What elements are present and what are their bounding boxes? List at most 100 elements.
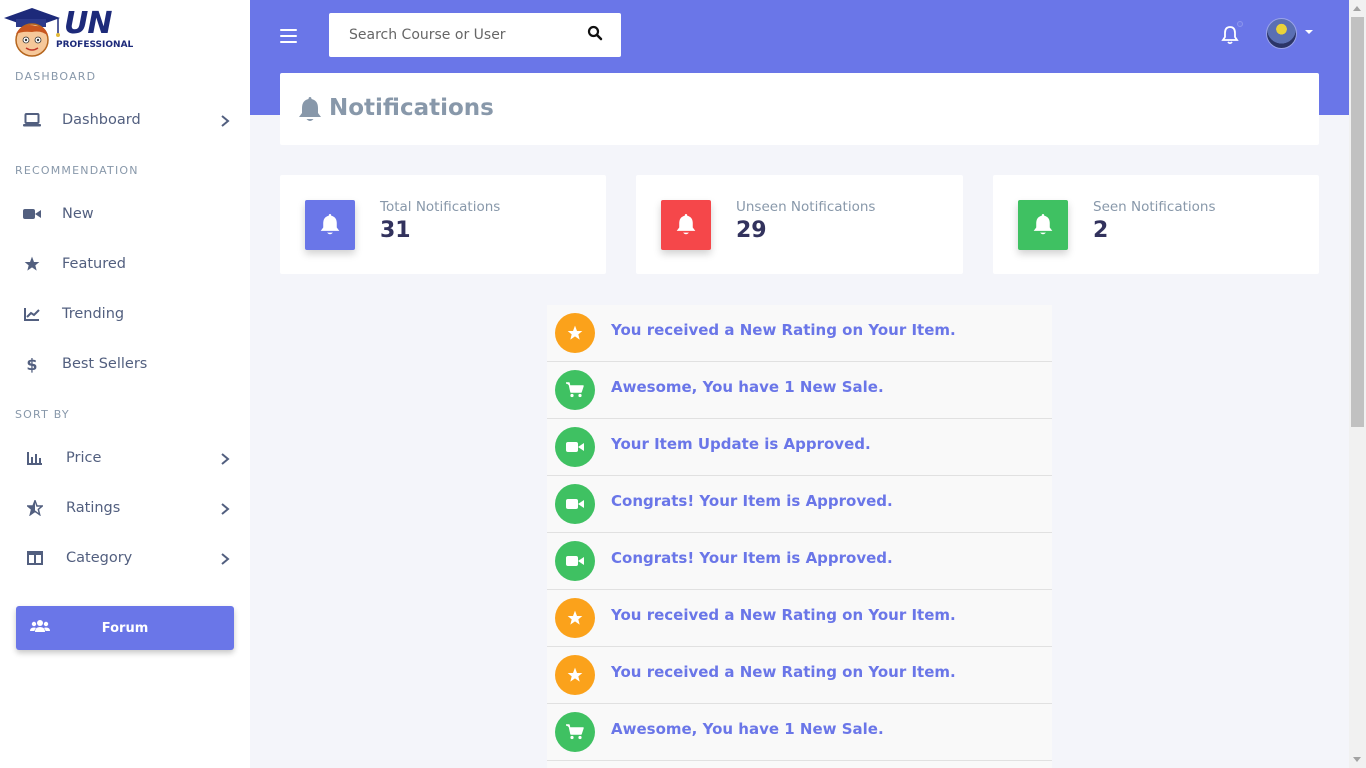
stat-value: 31 <box>380 218 411 243</box>
notification-item[interactable]: Awesome, You have 1 New Sale. <box>547 704 1052 761</box>
notification-text: Congrats! Your Item is Approved. <box>611 492 893 510</box>
bell-icon <box>1033 214 1053 235</box>
sidebar: UN PROFESSIONAL DASHBOARD Dashboard RECO… <box>0 0 250 768</box>
forum-button[interactable]: Forum <box>16 606 234 650</box>
notification-item[interactable]: Your Item Update is Approved. <box>547 419 1052 476</box>
scrollbar-thumb[interactable] <box>1351 17 1364 427</box>
bell-icon <box>320 214 340 235</box>
sidebar-item-trending[interactable]: Trending <box>0 296 250 332</box>
sidebar-item-new[interactable]: New <box>0 196 250 232</box>
sidebar-item-dashboard[interactable]: Dashboard <box>0 102 250 138</box>
sidebar-item-label: Category <box>66 550 133 566</box>
bar-chart-icon <box>25 448 45 468</box>
stat-card-total: Total Notifications 31 <box>280 175 606 274</box>
scroll-up-arrow-icon[interactable] <box>1353 6 1361 11</box>
notification-text: Congrats! Your Item is Approved. <box>611 549 893 567</box>
notification-item[interactable]: Congrats! Your Item is Approved. <box>547 533 1052 590</box>
notification-type-badge <box>555 313 595 353</box>
sidebar-item-price[interactable]: Price <box>0 440 250 476</box>
notification-text: Awesome, You have 1 New Sale. <box>611 378 884 396</box>
stat-label: Unseen Notifications <box>736 199 876 215</box>
page-scrollbar[interactable] <box>1349 0 1366 768</box>
notification-text: You received a New Rating on Your Item. <box>611 321 956 339</box>
chevron-right-icon <box>218 113 232 127</box>
sidebar-heading-recommendation: RECOMMENDATION <box>15 164 139 177</box>
sidebar-item-label: Best Sellers <box>62 356 148 372</box>
star-icon <box>567 610 583 625</box>
sidebar-item-label: Price <box>66 450 102 466</box>
notification-item[interactable]: You received a New Rating on Your Item. <box>547 590 1052 647</box>
notification-item[interactable]: Awesome, You have 1 New Sale. <box>547 362 1052 419</box>
chevron-right-icon <box>218 501 232 515</box>
page-header-card: Notifications <box>280 73 1319 145</box>
notification-item[interactable]: Congrats! Your Item is Approved. <box>547 476 1052 533</box>
laptop-icon <box>22 110 42 130</box>
notification-text: You received a New Rating on Your Item. <box>611 663 956 681</box>
scroll-down-arrow-icon[interactable] <box>1353 757 1361 762</box>
graduate-mascot-icon <box>4 8 60 57</box>
sidebar-item-label: Ratings <box>66 500 121 516</box>
logo-text: UN <box>64 6 112 41</box>
brand-logo[interactable]: UN PROFESSIONAL <box>2 4 133 60</box>
sidebar-heading-sort-by: SORT BY <box>15 408 70 421</box>
notification-type-badge <box>555 427 595 467</box>
notification-dot <box>1237 21 1243 27</box>
stat-value: 2 <box>1093 218 1109 243</box>
dollar-icon: $ <box>22 354 42 374</box>
stat-card-unseen: Unseen Notifications 29 <box>636 175 963 274</box>
sidebar-item-featured[interactable]: Featured <box>0 246 250 282</box>
notification-type-badge <box>555 484 595 524</box>
stat-badge <box>1018 200 1068 250</box>
stat-label: Total Notifications <box>380 199 501 215</box>
stat-value: 29 <box>736 218 767 243</box>
sidebar-item-category[interactable]: Category <box>0 540 250 576</box>
stat-label: Seen Notifications <box>1093 199 1216 215</box>
sidebar-item-best-sellers[interactable]: $ Best Sellers <box>0 346 250 382</box>
search-box <box>329 13 621 57</box>
search-icon[interactable] <box>587 25 607 45</box>
star-icon <box>22 254 42 274</box>
chart-line-icon <box>22 304 42 324</box>
menu-toggle-icon[interactable] <box>280 25 298 45</box>
cart-icon <box>566 382 584 398</box>
video-icon <box>566 442 584 452</box>
caret-down-icon[interactable] <box>1305 30 1313 34</box>
notification-type-badge <box>555 598 595 638</box>
sidebar-item-label: Featured <box>62 256 126 272</box>
notification-item[interactable]: You received a New Rating on Your Item. <box>547 647 1052 704</box>
star-half-icon <box>25 498 45 518</box>
bell-icon <box>299 97 323 123</box>
sidebar-heading-dashboard: DASHBOARD <box>15 70 97 83</box>
notification-bell-icon[interactable] <box>1219 24 1241 46</box>
page-title: Notifications <box>329 95 494 121</box>
video-icon <box>22 204 42 224</box>
user-avatar[interactable] <box>1266 18 1297 49</box>
video-icon <box>566 556 584 566</box>
stat-badge <box>305 200 355 250</box>
cart-icon <box>566 724 584 740</box>
stat-card-seen: Seen Notifications 2 <box>993 175 1319 274</box>
chevron-right-icon <box>218 551 232 565</box>
chevron-right-icon <box>218 451 232 465</box>
notification-text: You received a New Rating on Your Item. <box>611 606 956 624</box>
notification-type-badge <box>555 655 595 695</box>
star-icon <box>567 667 583 682</box>
stat-badge <box>661 200 711 250</box>
bell-icon <box>676 214 696 235</box>
search-input[interactable] <box>329 13 579 57</box>
sidebar-item-label: Dashboard <box>62 112 141 128</box>
logo-subtext: PROFESSIONAL <box>56 40 134 50</box>
video-icon <box>566 499 584 509</box>
forum-button-label: Forum <box>101 620 149 636</box>
notification-text: Your Item Update is Approved. <box>611 435 871 453</box>
sidebar-item-label: Trending <box>62 306 125 322</box>
notification-list: You received a New Rating on Your Item. … <box>547 305 1052 768</box>
notification-type-badge <box>555 712 595 752</box>
star-icon <box>567 325 583 340</box>
svg-text:$: $ <box>26 355 37 373</box>
notification-text: Awesome, You have 1 New Sale. <box>611 720 884 738</box>
notification-type-badge <box>555 370 595 410</box>
notification-item[interactable]: You received a New Rating on Your Item. <box>547 305 1052 362</box>
notification-type-badge <box>555 541 595 581</box>
sidebar-item-ratings[interactable]: Ratings <box>0 490 250 526</box>
